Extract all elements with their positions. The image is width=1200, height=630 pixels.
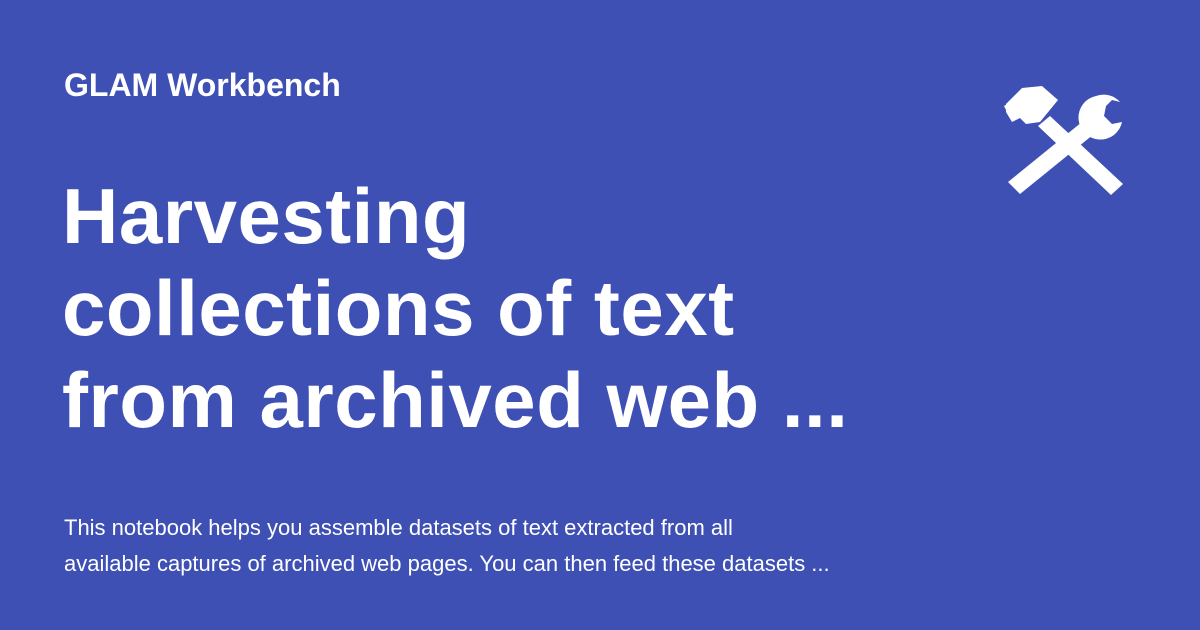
hammer-and-wrench-icon: [1004, 86, 1123, 195]
description-line: This notebook helps you assemble dataset…: [64, 515, 733, 540]
site-name: GLAM Workbench: [64, 67, 341, 103]
title-line: collections of text: [62, 264, 735, 352]
title-line: from archived web ...: [62, 356, 849, 444]
title-line: Harvesting: [62, 172, 471, 260]
page-title: Harvesting collections of text from arch…: [62, 170, 942, 446]
description: This notebook helps you assemble dataset…: [64, 510, 944, 582]
description-line: available captures of archived web pages…: [64, 551, 830, 576]
wrench-head: [1078, 94, 1122, 140]
